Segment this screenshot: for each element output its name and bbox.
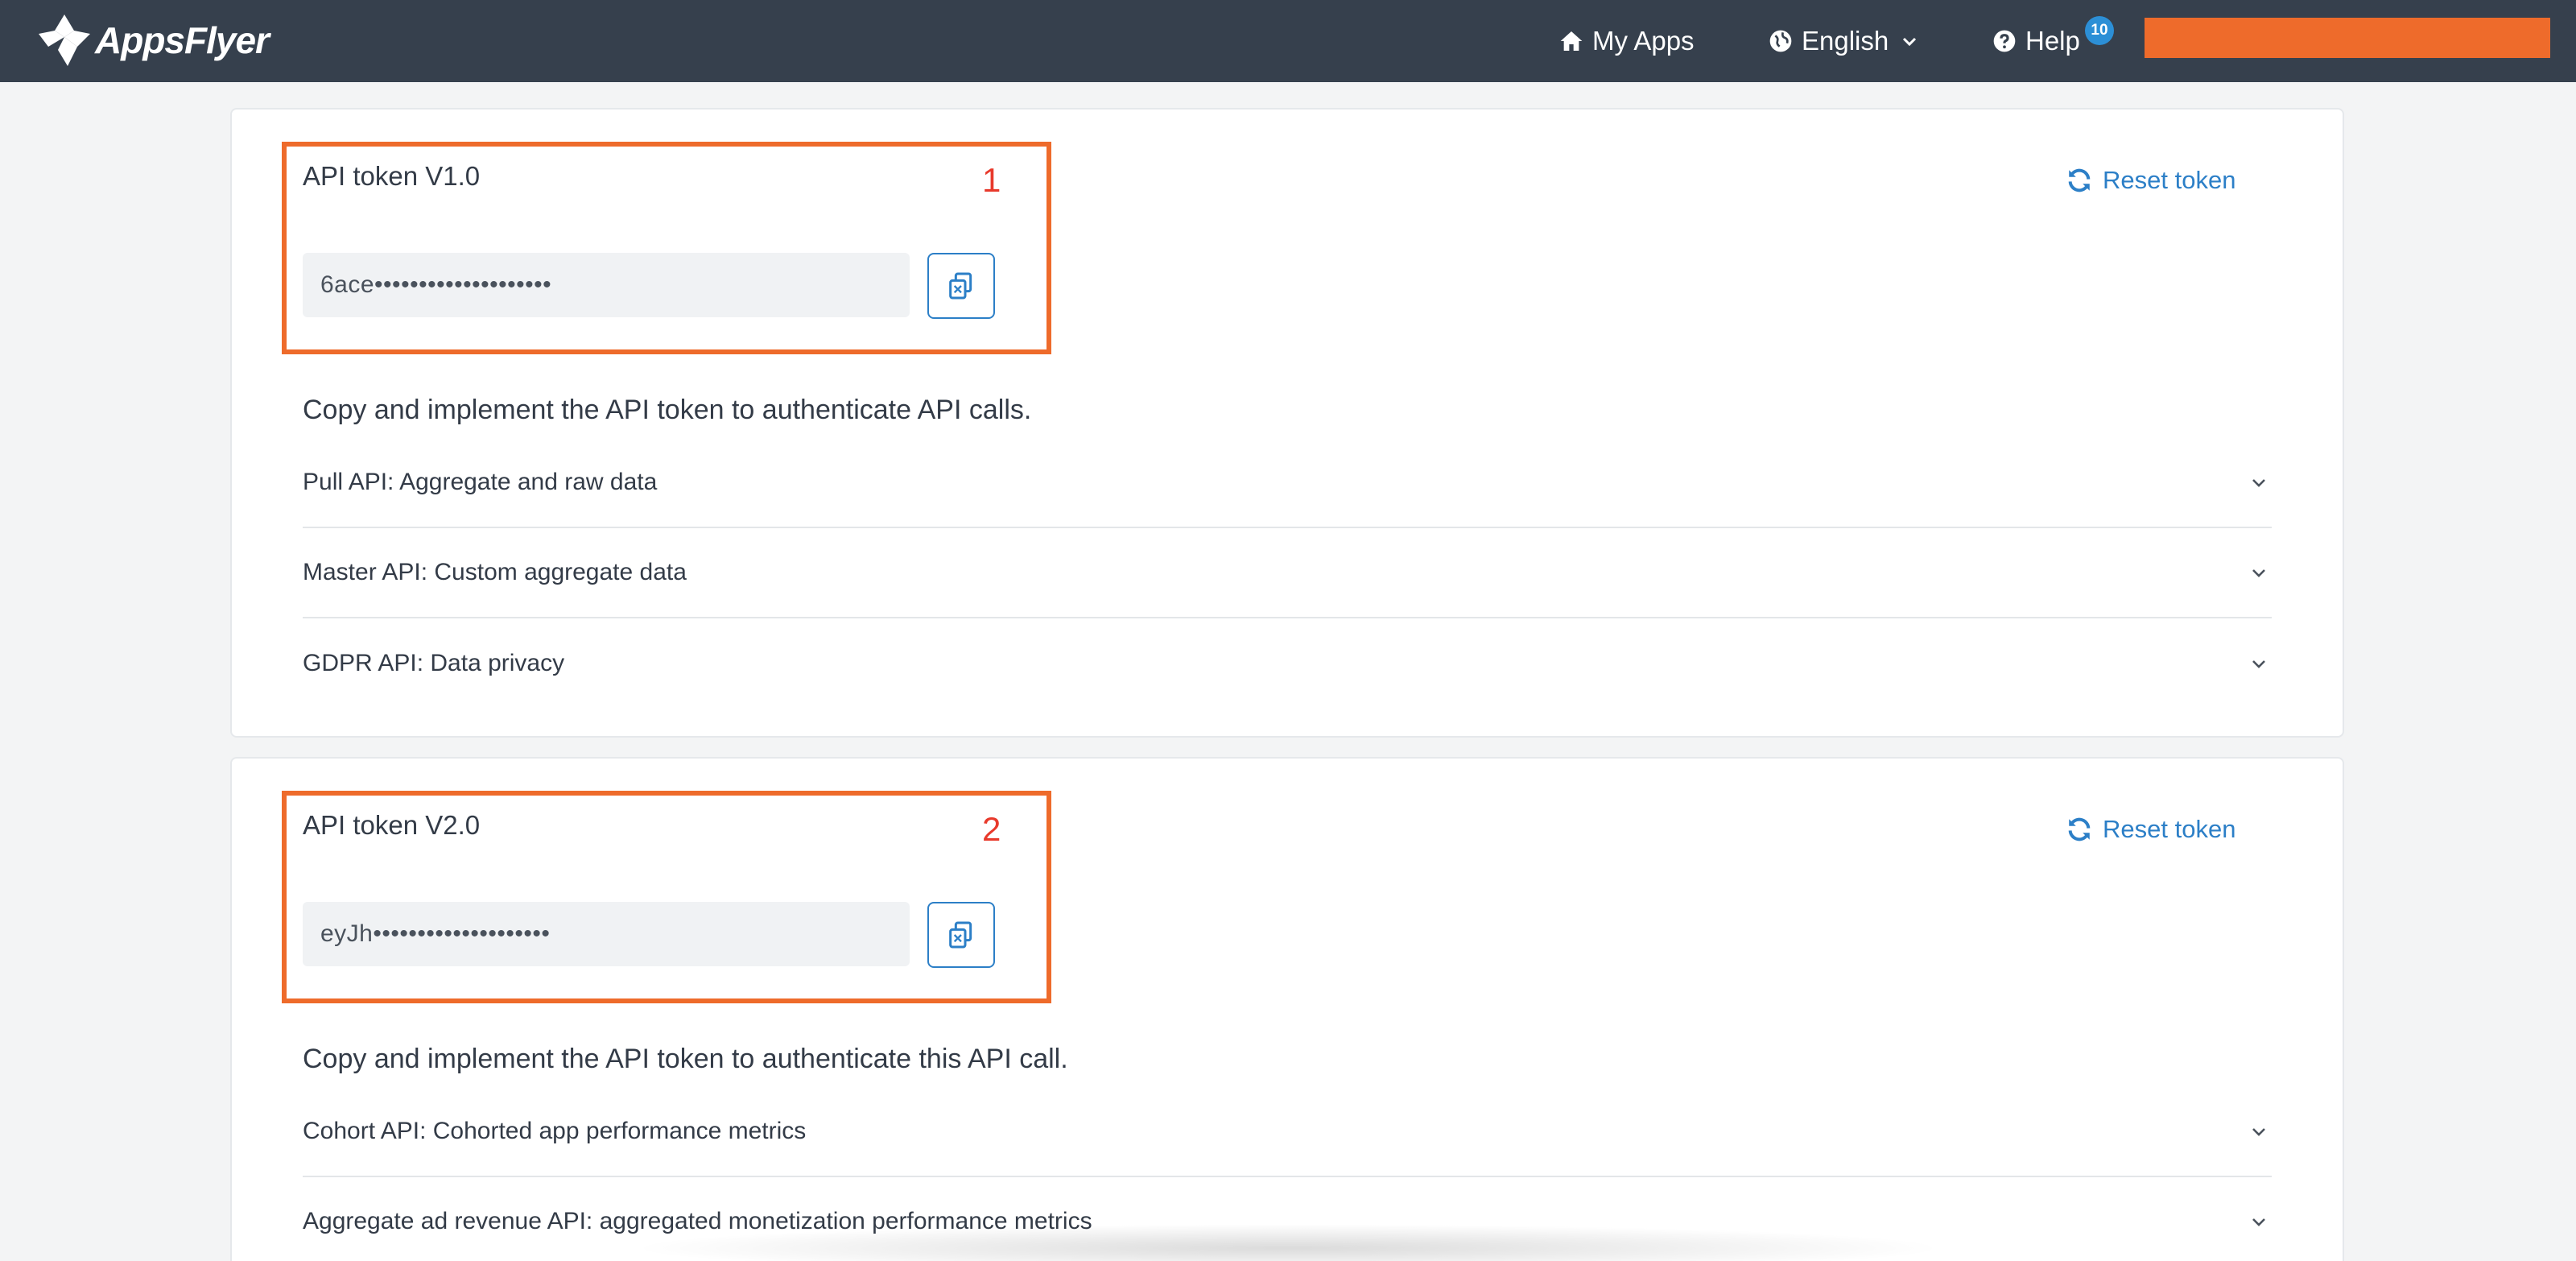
copy-token-button[interactable]: [927, 253, 995, 319]
token-field[interactable]: eyJh••••••••••••••••••••: [303, 902, 910, 966]
annotation-marker-1: 1: [982, 161, 1001, 199]
globe-icon: [1769, 30, 1792, 52]
chevron-down-icon: [2252, 1128, 2265, 1136]
annotation-marker-2: 2: [982, 810, 1001, 848]
language-label: English: [1802, 26, 1889, 56]
help-menu[interactable]: Help: [1992, 0, 2080, 82]
chevron-down-icon: [2252, 1218, 2265, 1226]
appsflyer-logo[interactable]: AppsFlyer: [32, 6, 270, 74]
copy-icon: [949, 272, 972, 300]
top-navigation-bar: AppsFlyer My Apps English Help 10: [0, 0, 2576, 82]
copy-icon: [949, 921, 972, 949]
accordion-label: Pull API: Aggregate and raw data: [303, 469, 658, 495]
help-circle-icon: [1993, 30, 2016, 52]
accordion-pull-api[interactable]: Pull API: Aggregate and raw data: [303, 438, 2272, 528]
api-token-v1-card: 1 API token V1.0 6ace•••••••••••••••••••…: [230, 108, 2344, 738]
chevron-down-icon: [2252, 479, 2265, 487]
token-description: Copy and implement the API token to auth…: [303, 395, 1032, 425]
accordion-cohort-api[interactable]: Cohort API: Cohorted app performance met…: [303, 1087, 2272, 1177]
token-description: Copy and implement the API token to auth…: [303, 1044, 1068, 1074]
account-menu[interactable]: [2145, 18, 2550, 58]
refresh-icon: [2068, 817, 2091, 841]
accordion-master-api[interactable]: Master API: Custom aggregate data: [303, 528, 2272, 618]
language-dropdown[interactable]: English: [1768, 0, 1919, 82]
token-field[interactable]: 6ace••••••••••••••••••••: [303, 253, 910, 317]
copy-token-button[interactable]: [927, 902, 995, 968]
token-title: API token V1.0: [303, 161, 481, 191]
home-icon: [1560, 31, 1583, 51]
accordion-gdpr-api[interactable]: GDPR API: Data privacy: [303, 618, 2272, 709]
bottom-shadow: [628, 1224, 1948, 1261]
chevron-down-icon: [2252, 569, 2265, 577]
help-label: Help: [2025, 26, 2080, 56]
api-token-v2-card: 2 API token V2.0 eyJh•••••••••••••••••••…: [230, 757, 2344, 1261]
reset-token-label: Reset token: [2103, 815, 2236, 843]
reset-token-label: Reset token: [2103, 166, 2236, 194]
accordion-label: Cohort API: Cohorted app performance met…: [303, 1118, 807, 1144]
reset-token-button[interactable]: Reset token: [2066, 815, 2235, 844]
accordion-label: GDPR API: Data privacy: [303, 650, 565, 676]
reset-token-button[interactable]: Reset token: [2066, 166, 2235, 195]
chevron-down-icon: [1903, 37, 1917, 47]
nav-my-apps[interactable]: My Apps: [1558, 0, 1695, 82]
refresh-icon: [2068, 168, 2091, 192]
help-notification-badge: 10: [2085, 16, 2114, 45]
appsflyer-logo-icon: [39, 14, 90, 66]
token-title: API token V2.0: [303, 810, 481, 840]
logo-text: AppsFlyer: [95, 19, 270, 61]
nav-my-apps-label: My Apps: [1592, 26, 1695, 56]
chevron-down-icon: [2252, 660, 2265, 668]
accordion-label: Master API: Custom aggregate data: [303, 559, 687, 585]
